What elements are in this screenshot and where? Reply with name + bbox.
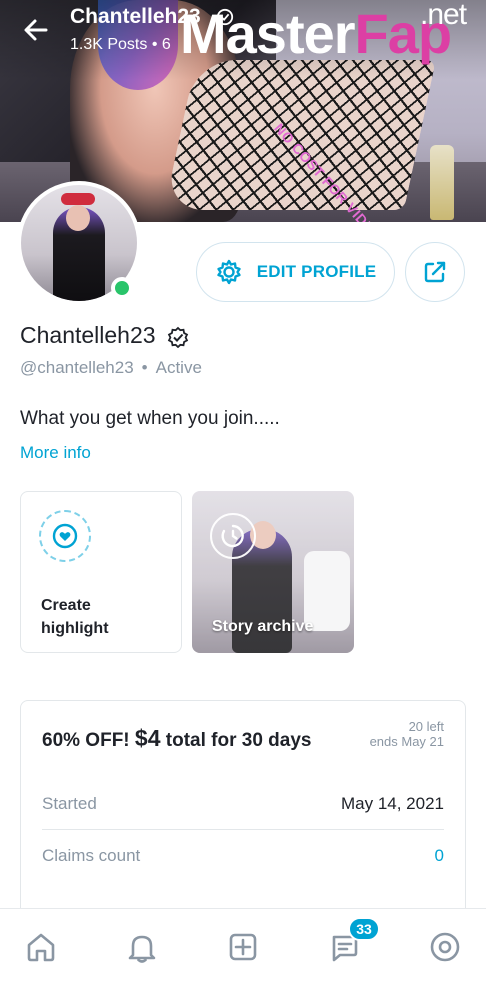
edit-profile-label: EDIT PROFILE (256, 262, 377, 281)
create-highlight-card[interactable]: Create highlight (20, 491, 182, 653)
story-archive-card[interactable]: Story archive (192, 491, 354, 653)
verified-badge-icon (167, 326, 189, 348)
profile-status: Active (155, 358, 202, 377)
share-button[interactable] (405, 242, 465, 302)
promotion-ends: ends May 21 (369, 734, 444, 749)
bottom-nav (0, 908, 486, 1000)
avatar-face (66, 205, 90, 231)
nav-home[interactable] (21, 927, 61, 967)
avatar-bow (61, 193, 95, 205)
more-info-link[interactable]: More info (20, 443, 91, 463)
story-archive-label: Story archive (212, 618, 314, 635)
share-icon (424, 261, 446, 283)
create-highlight-label: Create highlight (41, 597, 109, 637)
header-stats: 1.3K Posts • 6 (70, 36, 171, 53)
profile-icon (430, 932, 460, 962)
watermark-main: Master (180, 2, 356, 65)
promotion-card: 60% OFF! $4 total for 30 days 20 left en… (20, 700, 466, 930)
row-value: May 14, 2021 (340, 794, 444, 813)
row-label: Started (42, 794, 97, 813)
heart-circle-icon (39, 510, 91, 562)
cover-legs (164, 60, 436, 210)
heart-icon (52, 523, 78, 549)
edit-profile-button[interactable]: EDIT PROFILE (196, 242, 395, 302)
promotion-title: 60% OFF! $4 total for 30 days (42, 725, 312, 752)
row-value[interactable]: 0 (435, 846, 444, 866)
profile-bio: What you get when you join..... (20, 408, 280, 429)
nav-profile[interactable] (425, 927, 465, 967)
promotion-duration: total for 30 days (165, 730, 312, 751)
promotion-row-started: Started May 14, 2021 (42, 794, 444, 814)
promotion-remaining: 20 left (408, 719, 444, 734)
plus-square-icon (229, 933, 257, 961)
cover-bottle (430, 145, 454, 220)
nav-notifications[interactable] (122, 927, 162, 967)
row-label: Claims count (42, 846, 141, 865)
promotion-price: $4 (134, 725, 161, 751)
handle-row: @chantelleh23 • Active (20, 358, 202, 378)
profile-handle: @chantelleh23 (20, 358, 134, 377)
home-icon (27, 933, 55, 962)
top-bar: Chantelleh23 1.3K Posts • 6 MasterFap .n… (0, 0, 486, 70)
messages-badge: 33 (348, 917, 380, 941)
promotion-row-claims: Claims count 0 (42, 846, 444, 866)
separator-dot: • (141, 358, 148, 377)
watermark: MasterFap .net (180, 0, 467, 62)
profile-display-name: Chantelleh23 (20, 322, 156, 348)
watermark-suffix: .net (420, 0, 467, 31)
online-status-dot (111, 277, 133, 299)
clock-circle-icon (210, 513, 256, 559)
clock-icon (221, 524, 244, 548)
promotion-discount: 60% OFF! (42, 730, 130, 751)
bell-icon (128, 935, 156, 963)
nav-new-post[interactable] (223, 927, 263, 967)
row-divider (42, 829, 444, 830)
gear-icon (217, 259, 241, 285)
back-arrow-icon[interactable] (20, 14, 52, 46)
